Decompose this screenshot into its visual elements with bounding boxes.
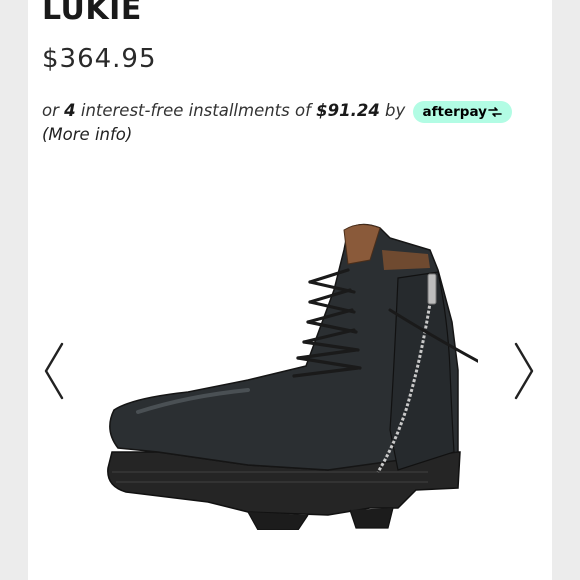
installments-amount: $91.24 (316, 101, 380, 120)
installments-count: 4 (64, 101, 76, 120)
product-card: LUKIE $364.95 or 4 interest-free install… (28, 0, 552, 580)
installments-prefix: or (42, 101, 65, 120)
product-image-boot (107, 223, 478, 530)
chevron-left-icon[interactable] (40, 340, 68, 402)
installments-middle: interest-free installments of (75, 101, 317, 120)
afterpay-label: afterpay (422, 103, 487, 120)
afterpay-arrows-icon (488, 106, 502, 117)
more-info-link[interactable]: (More info) (42, 125, 132, 144)
product-title: LUKIE (42, 0, 142, 27)
product-price: $364.95 (42, 44, 157, 74)
installments-text: or 4 interest-free installments of $91.2… (42, 99, 542, 147)
afterpay-badge[interactable]: afterpay (412, 100, 512, 123)
product-gallery (28, 160, 552, 580)
installments-by: by (379, 101, 411, 120)
chevron-right-icon[interactable] (510, 340, 538, 402)
